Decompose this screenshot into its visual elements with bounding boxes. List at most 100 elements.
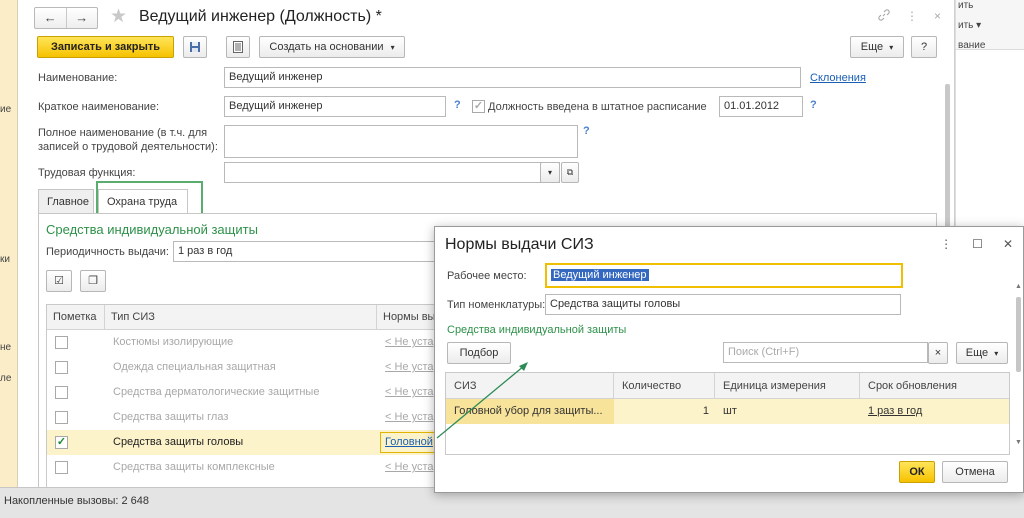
chevron-down-icon: ▾ [390,43,395,52]
close-icon[interactable]: × [934,9,941,24]
save-button[interactable] [183,36,207,58]
row-checkbox-checked[interactable]: ✓ [55,436,68,449]
link-icon[interactable] [878,9,890,24]
background-label: ие [0,104,12,115]
form-toolbar: Записать и закрыть Создать на основании … [18,36,955,64]
unit-cell[interactable]: шт [723,399,737,424]
help-icon[interactable]: ? [583,125,590,137]
navigation-buttons: ← → [34,7,98,29]
norms-table-header: СИЗ Количество Единица измерения Срок об… [446,373,1009,399]
staff-checkbox[interactable]: ✓ [472,100,485,113]
report-button[interactable] [226,36,250,58]
scroll-up-icon[interactable]: ▲ [1015,283,1022,290]
row-checkbox[interactable] [55,386,68,399]
check-all-icon[interactable]: ☑ [46,270,72,292]
forward-button[interactable]: → [67,8,98,28]
column-header-ppe[interactable]: СИЗ [446,373,614,399]
staff-date-input[interactable]: 01.01.2012 [719,96,803,117]
close-icon[interactable]: ✕ [1003,237,1013,251]
name-label: Наименование: [38,72,118,84]
scroll-down-icon[interactable]: ▼ [1015,439,1022,446]
nomenclature-type-label: Тип номенклатуры: [447,299,546,311]
row-checkbox[interactable] [55,461,68,474]
norm-link[interactable]: < Не уста [385,380,434,405]
column-header-unit[interactable]: Единица измерения [715,373,860,399]
chevron-down-icon: ▾ [994,349,999,358]
background-label: ить [958,0,974,11]
full-name-label-line1: Полное наименование (в т.ч. для [38,127,208,139]
norm-link[interactable]: < Не уста [385,405,434,430]
search-input[interactable]: Поиск (Ctrl+F) [723,342,928,363]
ppe-type-cell: Средства защиты головы [113,436,244,448]
more-icon[interactable]: ⋮ [906,9,918,24]
ppe-type-cell: Средства защиты глаз [113,411,229,423]
column-header-quantity[interactable]: Количество [614,373,715,399]
table-row-selected[interactable]: Головной убор для защиты... 1 шт 1 раз в… [446,399,1009,424]
ppe-type-cell: Средства дерматологические защитные [113,386,320,398]
cancel-button[interactable]: Отмена [942,461,1008,483]
labor-function-dropdown[interactable]: ▾ [540,162,560,183]
dialog-title: Нормы выдачи СИЗ [445,236,594,253]
background-label: ить ▾ [958,20,982,31]
dialog-scrollbar[interactable]: ▲ ▼ [1013,283,1023,457]
clear-search-button[interactable]: × [928,342,948,364]
column-header-ppe-type[interactable]: Тип СИЗ [105,305,377,330]
background-window-left: ие ки не ле [0,0,18,487]
help-icon[interactable]: ? [454,99,461,111]
open-icon[interactable]: ⧉ [561,162,579,183]
workplace-label: Рабочее место: [447,270,527,282]
labor-function-label: Трудовая функция: [38,167,136,179]
workplace-input[interactable]: Ведущий инженер [545,263,903,288]
background-label: ки [0,254,10,265]
row-checkbox[interactable] [55,411,68,424]
declensions-link[interactable]: Склонения [810,72,866,84]
create-based-on-label: Создать на основании [269,41,384,53]
chevron-down-icon: ▾ [889,43,894,52]
favorite-star-icon[interactable]: ★ [110,5,127,28]
more-icon[interactable]: ⋮ [940,237,952,251]
save-and-close-button[interactable]: Записать и закрыть [37,36,174,58]
scrollbar-thumb[interactable] [1016,297,1021,372]
more-button[interactable]: Еще ▾ [850,36,904,58]
column-header-renewal[interactable]: Срок обновления [860,373,1009,399]
copy-icon[interactable]: ❐ [80,270,106,292]
row-checkbox[interactable] [55,361,68,374]
issue-period-input[interactable]: 1 раз в год [173,241,438,262]
ppe-item-cell[interactable]: Головной убор для защиты... [454,399,603,424]
column-header-mark[interactable]: Пометка [47,305,105,330]
create-based-on-button[interactable]: Создать на основании ▾ [259,36,405,58]
short-name-input[interactable]: Ведущий инженер [224,96,446,117]
pick-button[interactable]: Подбор [447,342,511,364]
help-button[interactable]: ? [911,36,937,58]
ok-button[interactable]: ОК [899,461,935,483]
window-controls: ⋮ × [878,9,941,24]
norm-link[interactable]: < Не уста [385,330,434,355]
nomenclature-type-input[interactable]: Средства защиты головы [545,294,901,315]
background-label: ле [0,373,12,384]
ppe-section-title: Средства индивидуальной защиты [46,222,258,237]
row-checkbox[interactable] [55,336,68,349]
maximize-icon[interactable]: ☐ [972,237,983,251]
name-input[interactable]: Ведущий инженер [224,67,801,88]
help-icon[interactable]: ? [810,99,817,111]
dialog-section-title: Средства индивидуальной защиты [447,324,627,336]
full-name-input[interactable] [224,125,578,158]
norm-link[interactable]: Головной [385,430,433,455]
renewal-link[interactable]: 1 раз в год [868,399,922,424]
workplace-selected-text: Ведущий инженер [551,269,649,281]
dialog-more-button[interactable]: Еще ▾ [956,342,1008,364]
norm-link[interactable]: < Не уста [385,355,434,380]
ppe-type-cell: Одежда специальная защитная [113,361,276,373]
norm-link[interactable]: < Не уста [385,455,434,480]
labor-function-input[interactable] [224,162,560,183]
full-name-label-line2: записей о трудовой деятельности): [38,141,218,153]
short-name-label: Краткое наименование: [38,101,160,113]
status-text: Накопленные вызовы: 2 648 [4,495,150,507]
norms-table: СИЗ Количество Единица измерения Срок об… [445,372,1010,455]
ppe-type-cell: Средства защиты комплексные [113,461,275,473]
back-button[interactable]: ← [35,8,67,28]
dialog-controls: ⋮ ☐ ✕ [940,237,1013,251]
tab-main[interactable]: Главное [38,189,94,215]
quantity-cell[interactable]: 1 [614,399,709,424]
background-label: вание [958,40,986,51]
